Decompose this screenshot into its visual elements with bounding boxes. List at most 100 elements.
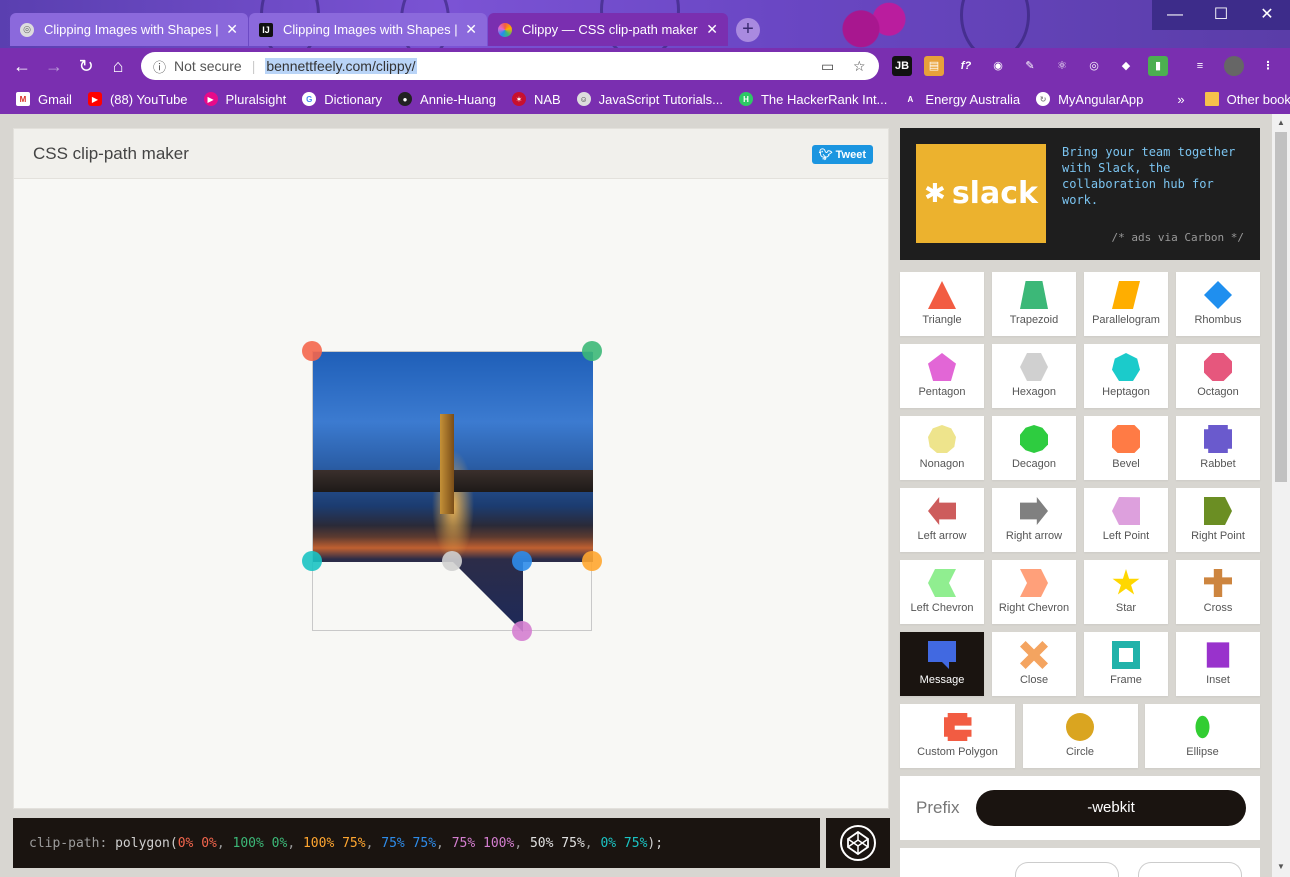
shape-nonagon-button[interactable]: Nonagon	[900, 416, 984, 480]
right-chevron-shape-icon	[1020, 569, 1048, 597]
camera-extension-icon[interactable]: ◉	[988, 56, 1008, 76]
polygon-handle[interactable]	[582, 341, 602, 361]
polygon-handle[interactable]	[512, 551, 532, 571]
shape-left-chevron-button[interactable]: Left Chevron	[900, 560, 984, 624]
bookmark-myangularapp[interactable]: ↻ MyAngularApp	[1036, 92, 1143, 107]
pentagon-shape-icon	[928, 353, 956, 381]
menu-icon[interactable]: ⋮	[1258, 56, 1278, 76]
maximize-button[interactable]: ☐	[1198, 0, 1244, 30]
cast-icon[interactable]: ▭	[821, 58, 834, 75]
bookmark-gmail[interactable]: M Gmail	[16, 92, 72, 107]
bookmark-annie-huang[interactable]: ● Annie-Huang	[398, 92, 496, 107]
polygon-handle[interactable]	[302, 551, 322, 571]
color-picker-extension-icon[interactable]: ✎	[1020, 56, 1040, 76]
tab-clipping-images-2[interactable]: IJ Clipping Images with Shapes | Co ✕	[249, 13, 487, 46]
shape-left-arrow-button[interactable]: Left arrow	[900, 488, 984, 552]
tab-clipping-images-1[interactable]: ◎ Clipping Images with Shapes | Co ✕	[10, 13, 248, 46]
shape-cross-button[interactable]: Cross	[1176, 560, 1260, 624]
bridge-tower	[440, 414, 454, 514]
shape-trapezoid-button[interactable]: Trapezoid	[992, 272, 1076, 336]
bookmark-dictionary[interactable]: G Dictionary	[302, 92, 382, 107]
back-icon[interactable]: ←	[6, 56, 38, 77]
tweet-button[interactable]: 🐦︎ Tweet	[811, 145, 873, 164]
shape-ellipse-button[interactable]: Ellipse	[1145, 704, 1260, 768]
colorful-extension-icon[interactable]: ◆	[1116, 56, 1136, 76]
close-tab-icon[interactable]: ✕	[465, 21, 477, 38]
shape-pentagon-button[interactable]: Pentagon	[900, 344, 984, 408]
polygon-handle[interactable]	[302, 341, 322, 361]
bookmark-youtube[interactable]: ▶ (88) YouTube	[87, 92, 188, 107]
bookmark-pluralsight[interactable]: ▶ Pluralsight	[203, 92, 286, 107]
url-text[interactable]: bennettfeely.com/clippy/	[265, 58, 417, 74]
shape-label: Left Chevron	[910, 602, 974, 614]
shape-message-button[interactable]: Message	[900, 632, 984, 696]
jetbrains-extension-icon[interactable]: JB	[892, 56, 912, 76]
codepen-button[interactable]	[826, 818, 890, 868]
more-bookmarks-button[interactable]: »	[1177, 92, 1184, 107]
shape-hexagon-button[interactable]: Hexagon	[992, 344, 1076, 408]
shape-rabbet-button[interactable]: Rabbet	[1176, 416, 1260, 480]
slack-brand: slack	[951, 176, 1038, 211]
bookmark-hackerrank[interactable]: H The HackerRank Int...	[738, 92, 887, 107]
scrollbar-thumb[interactable]	[1275, 132, 1287, 482]
shape-star-button[interactable]: Star	[1084, 560, 1168, 624]
shape-right-chevron-button[interactable]: Right Chevron	[992, 560, 1076, 624]
profile-avatar[interactable]	[1224, 56, 1244, 76]
polygon-handle[interactable]	[512, 621, 532, 641]
shape-custom-polygon-button[interactable]: Custom Polygon	[900, 704, 1015, 768]
bookmark-energy-australia[interactable]: A Energy Australia	[903, 92, 1021, 107]
new-tab-button[interactable]: +	[736, 18, 760, 42]
parallelogram-shape-icon	[1112, 281, 1140, 309]
scrollbar[interactable]: ▲ ▼	[1272, 114, 1290, 877]
function-extension-icon[interactable]: f?	[956, 56, 976, 76]
minimize-button[interactable]: —	[1152, 0, 1198, 30]
tab-clippy[interactable]: Clippy — CSS clip-path maker ✕	[488, 13, 728, 46]
bookmark-nab[interactable]: ✶ NAB	[511, 92, 561, 107]
other-bookmarks[interactable]: Other bookmarks	[1204, 92, 1290, 107]
shape-close-button[interactable]: Close	[992, 632, 1076, 696]
shape-decagon-button[interactable]: Decagon	[992, 416, 1076, 480]
close-tab-icon[interactable]: ✕	[706, 21, 718, 38]
ad-text[interactable]: Bring your team together with Slack, the…	[1062, 144, 1248, 208]
carbon-ad[interactable]: ✱ slack Bring your team together with Sla…	[900, 128, 1260, 260]
option-pill[interactable]	[1138, 862, 1242, 877]
shape-right-point-button[interactable]: Right Point	[1176, 488, 1260, 552]
scroll-up-icon[interactable]: ▲	[1277, 118, 1285, 127]
reload-icon[interactable]: ↻	[70, 56, 102, 77]
polygon-handle[interactable]	[582, 551, 602, 571]
polygon-handle[interactable]	[442, 551, 462, 571]
close-tab-icon[interactable]: ✕	[226, 21, 238, 38]
bookmark-javascript-tutorials[interactable]: ☺ JavaScript Tutorials...	[576, 92, 723, 107]
shape-parallelogram-button[interactable]: Parallelogram	[1084, 272, 1168, 336]
shape-frame-button[interactable]: Frame	[1084, 632, 1168, 696]
target-extension-icon[interactable]: ◎	[1084, 56, 1104, 76]
shape-triangle-button[interactable]: Triangle	[900, 272, 984, 336]
forward-icon[interactable]: →	[38, 56, 70, 77]
shape-heptagon-button[interactable]: Heptagon	[1084, 344, 1168, 408]
triangle-shape-icon	[928, 281, 956, 309]
close-window-button[interactable]: ✕	[1244, 0, 1290, 30]
react-extension-icon[interactable]: ⚛	[1052, 56, 1072, 76]
ad-via[interactable]: /* ads via Carbon */	[1112, 231, 1244, 244]
left-point-shape-icon	[1112, 497, 1140, 525]
css-code-output[interactable]: clip-path: polygon(0% 0%, 100% 0%, 100% …	[13, 818, 820, 868]
shape-left-point-button[interactable]: Left Point	[1084, 488, 1168, 552]
shape-circle-button[interactable]: Circle	[1022, 704, 1138, 768]
home-icon[interactable]: ⌂	[102, 56, 134, 77]
shape-inset-button[interactable]: Inset	[1176, 632, 1260, 696]
left-chevron-shape-icon	[928, 569, 956, 597]
address-bar[interactable]: ⓘ Not secure | bennettfeely.com/clippy/ …	[141, 52, 879, 80]
shape-bevel-button[interactable]: Bevel	[1084, 416, 1168, 480]
shape-octagon-button[interactable]: Octagon	[1176, 344, 1260, 408]
chart-extension-icon[interactable]: ▮	[1148, 56, 1168, 76]
shape-right-arrow-button[interactable]: Right arrow	[992, 488, 1076, 552]
prefix-toggle[interactable]: -webkit	[976, 790, 1246, 826]
scroll-down-icon[interactable]: ▼	[1277, 862, 1285, 871]
bookmark-star-icon[interactable]: ☆	[853, 58, 866, 75]
playlist-icon[interactable]: ≡	[1190, 56, 1210, 76]
option-pill[interactable]	[1015, 862, 1119, 877]
shape-label: Inset	[1206, 674, 1230, 686]
info-icon[interactable]: ⓘ	[153, 57, 166, 76]
shape-rhombus-button[interactable]: Rhombus	[1176, 272, 1260, 336]
notes-extension-icon[interactable]: ▤	[924, 56, 944, 76]
